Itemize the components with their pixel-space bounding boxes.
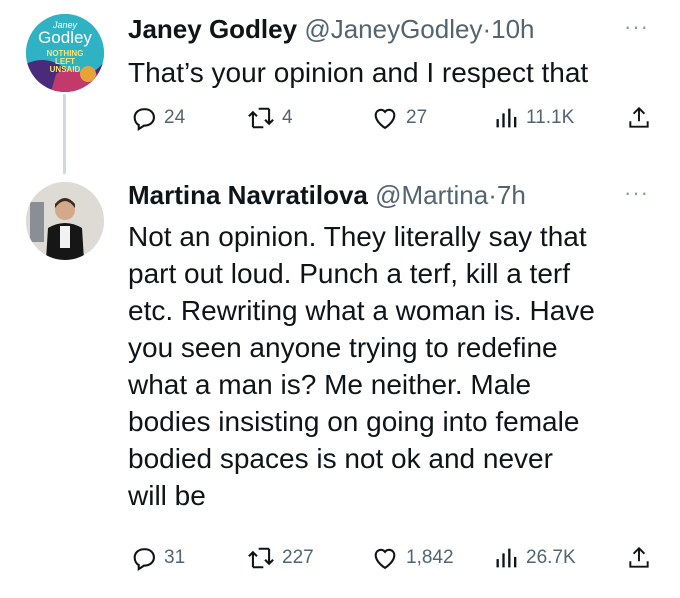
tweet-text-line: part out loud. Punch a terf, kill a terf — [128, 258, 571, 289]
tweet-text: That’s your opinion and I respect that — [128, 57, 589, 88]
reply-icon — [133, 108, 155, 132]
views-icon — [496, 108, 517, 128]
share-icon — [629, 106, 649, 128]
like-button[interactable]: 1,842 — [370, 544, 454, 572]
tweet-text: Not an opinion. They literally say that … — [128, 218, 658, 514]
like-button[interactable]: 27 — [370, 104, 427, 132]
views-button[interactable]: 11.1K — [494, 104, 574, 132]
tweet-header: Martina Navratilova @Martina·7h — [128, 180, 526, 210]
like-icon — [374, 548, 396, 570]
like-count: 1,842 — [406, 547, 454, 568]
share-button[interactable] — [626, 544, 652, 572]
retweet-button[interactable]: 227 — [246, 544, 314, 572]
retweet-count: 227 — [282, 547, 314, 568]
timestamp[interactable]: 10h — [491, 14, 534, 44]
like-icon — [374, 108, 396, 130]
retweet-button[interactable]: 4 — [246, 104, 293, 132]
avatar[interactable] — [26, 182, 104, 260]
author-handle[interactable]: @Martina — [375, 180, 488, 210]
tweet-text-line: etc. Rewriting what a woman is. Have — [128, 295, 595, 326]
share-button[interactable] — [626, 104, 652, 132]
separator-dot: · — [488, 180, 497, 210]
view-count: 11.1K — [526, 107, 575, 128]
views-icon — [496, 548, 517, 568]
share-icon — [629, 546, 649, 568]
avatar[interactable]: Janey Godley NOTHING LEFT UNSAID — [26, 14, 104, 92]
tweet-martina-navratilova[interactable]: Martina Navratilova @Martina·7h ··· Not … — [0, 170, 680, 598]
like-count: 27 — [406, 107, 428, 128]
tweet-text-line: bodied spaces is not ok and never — [128, 443, 553, 474]
retweet-icon — [248, 107, 274, 129]
separator-dot: · — [482, 14, 492, 44]
reply-icon — [133, 548, 155, 572]
tweet-text-line: bodies insisting on going into female — [128, 406, 580, 437]
author-name[interactable]: Martina Navratilova — [128, 180, 368, 210]
tweet-text-line: you seen anyone trying to redefine — [128, 332, 558, 363]
timestamp[interactable]: 7h — [497, 180, 526, 210]
reply-button[interactable]: 24 — [130, 104, 185, 132]
reply-count: 24 — [164, 107, 186, 128]
retweet-icon — [248, 547, 274, 569]
avatar-subtitle: NOTHING LEFT UNSAID — [46, 49, 84, 74]
tweet-janey-godley[interactable]: Janey Godley NOTHING LEFT UNSAID Janey G… — [0, 0, 680, 150]
tweet-actions: 31 227 1,842 26.7K — [124, 544, 664, 578]
reply-count: 31 — [164, 547, 186, 568]
tweet-text-line: what a man is? Me neither. Male — [128, 369, 532, 400]
reply-button[interactable]: 31 — [130, 544, 185, 572]
views-button[interactable]: 26.7K — [494, 544, 576, 572]
retweet-count: 4 — [282, 107, 293, 128]
profile-photo — [26, 182, 104, 260]
avatar-title: Godley — [38, 28, 92, 47]
tweet-actions: 24 4 27 11.1K — [124, 104, 664, 138]
author-name[interactable]: Janey Godley — [128, 14, 297, 44]
tweet-header: Janey Godley @JaneyGodley·10h — [128, 14, 535, 44]
more-options-icon[interactable]: ··· — [624, 180, 649, 206]
thread-connector-line — [63, 94, 66, 174]
tweet-text-line: Not an opinion. They literally say that — [128, 221, 587, 252]
more-options-icon[interactable]: ··· — [624, 14, 649, 40]
tweet-text-line: will be — [128, 480, 206, 511]
view-count: 26.7K — [526, 547, 576, 568]
author-handle[interactable]: @JaneyGodley — [304, 14, 482, 44]
